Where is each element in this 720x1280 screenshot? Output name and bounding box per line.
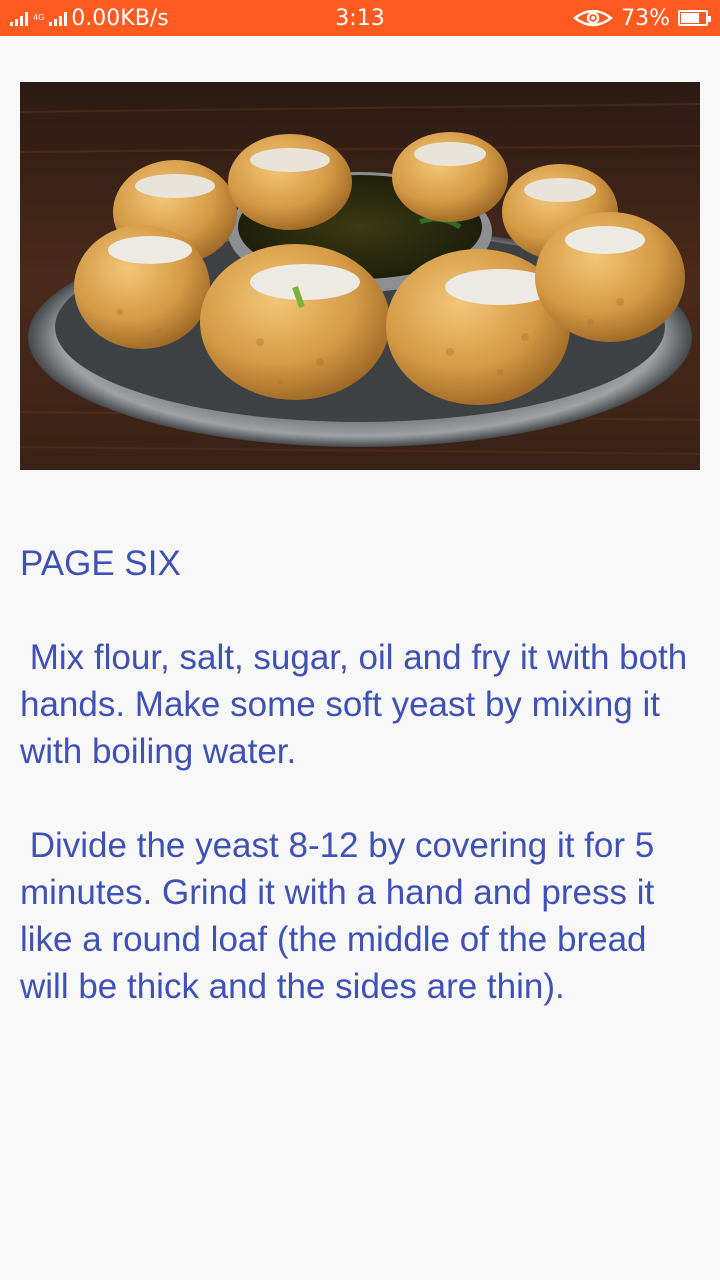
network-type-icon: 4G	[33, 14, 44, 22]
network-type-label: 4G	[33, 13, 45, 22]
eye-icon	[573, 9, 614, 27]
data-rate: 0.00KB/s	[71, 5, 169, 31]
page-title: PAGE SIX	[20, 544, 181, 583]
signal-strength-2-icon	[49, 10, 68, 26]
signal-strength-icon	[10, 10, 28, 26]
paragraph-1: Mix flour, salt, sugar, oil and fry it w…	[20, 638, 697, 771]
status-left: 4G 0.00KB/s	[10, 0, 169, 36]
paragraph-2: Divide the yeast 8-12 by covering it for…	[20, 826, 664, 1006]
battery-percent: 73%	[621, 5, 670, 31]
pani-puri-plate-image	[20, 82, 700, 470]
hero-image	[20, 82, 700, 470]
status-right: 73%	[573, 0, 711, 36]
status-bar: 4G 0.00KB/s 3:13 73%	[0, 0, 720, 36]
article: PAGE SIX Mix flour, salt, sugar, oil and…	[20, 540, 704, 1010]
battery-icon	[678, 10, 711, 26]
status-time: 3:13	[335, 5, 385, 31]
battery-fill	[681, 13, 699, 23]
